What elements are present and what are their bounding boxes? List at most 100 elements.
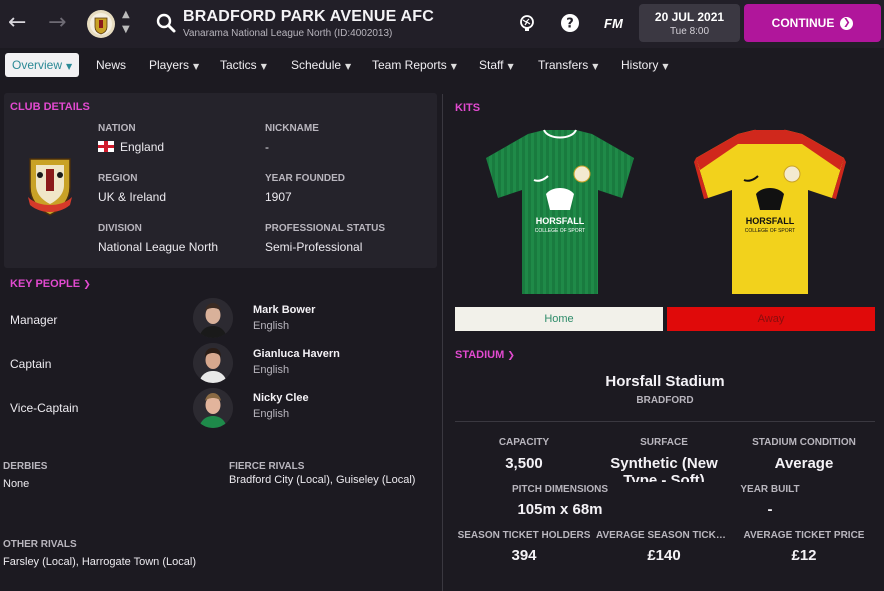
manager-name[interactable]: Mark Bower bbox=[253, 304, 315, 316]
season-ticket-holders-value: 394 bbox=[511, 547, 537, 564]
continue-label: CONTINUE bbox=[771, 16, 835, 30]
tab-staff[interactable]: Staff ▼ bbox=[479, 53, 514, 77]
forward-arrow-icon[interactable]: → bbox=[48, 10, 66, 36]
professional-status-value: Semi-Professional bbox=[265, 240, 363, 254]
tab-overview[interactable]: Overview ▼ bbox=[5, 53, 80, 77]
avatar[interactable] bbox=[193, 388, 233, 428]
chevron-down-icon: ▼ bbox=[345, 62, 352, 71]
other-rivals-value[interactable]: Farsley (Local), Harrogate Town (Local) bbox=[3, 556, 196, 568]
divider bbox=[455, 421, 875, 422]
tab-news[interactable]: News bbox=[96, 53, 126, 77]
capacity-value: 3,500 bbox=[505, 455, 543, 472]
capacity-label: CAPACITY bbox=[498, 437, 550, 448]
division-value[interactable]: National League North bbox=[98, 240, 218, 254]
chevron-down-icon: ▼ bbox=[450, 62, 457, 71]
pitch-dimensions-label: PITCH DIMENSIONS bbox=[511, 484, 609, 495]
surface-value: Synthetic (New Type - Soft) bbox=[610, 455, 718, 482]
svg-text:HORSFALL: HORSFALL bbox=[536, 216, 585, 226]
vice-captain-name[interactable]: Nicky Clee bbox=[253, 392, 309, 404]
away-kit-button[interactable]: Away bbox=[667, 307, 875, 331]
vice-captain-nationality: English bbox=[253, 408, 290, 420]
average-season-ticket-price-label: AVERAGE SEASON TICKET PRICE bbox=[596, 530, 732, 541]
back-arrow-icon[interactable]: ← bbox=[8, 10, 26, 36]
chevron-down-icon: ▼ bbox=[66, 62, 73, 71]
avatar[interactable] bbox=[193, 343, 233, 383]
tab-tactics[interactable]: Tactics ▼ bbox=[220, 53, 267, 77]
chevron-down-icon: ▼ bbox=[260, 62, 267, 71]
continue-button[interactable]: CONTINUE ❯ bbox=[744, 4, 881, 42]
away-kit-shirt[interactable]: HORSFALL COLLEGE OF SPORT bbox=[690, 128, 850, 300]
current-date: 20 JUL 2021 bbox=[654, 10, 725, 24]
club-details-panel: CLUB DETAILS NATION England NICKNAME - R… bbox=[4, 93, 437, 268]
chevron-down-icon: ▼ bbox=[662, 62, 669, 71]
derbies-value: None bbox=[3, 478, 30, 490]
captain-nationality: English bbox=[253, 364, 290, 376]
stadium-condition-label: STADIUM CONDITION bbox=[752, 437, 856, 448]
captain-name[interactable]: Gianluca Havern bbox=[253, 348, 340, 360]
professional-status-label: PROFESSIONAL STATUS bbox=[265, 223, 386, 234]
stadium-title[interactable]: STADIUM ❯ bbox=[455, 349, 515, 361]
division-label: DIVISION bbox=[98, 223, 142, 234]
chevron-down-icon: ▼ bbox=[592, 62, 599, 71]
nation-label: NATION bbox=[98, 123, 136, 134]
chevron-down-icon: ▼ bbox=[193, 62, 200, 71]
vice-captain-role: Vice-Captain bbox=[10, 401, 79, 415]
derbies-label: DERBIES bbox=[3, 461, 48, 472]
tab-players[interactable]: Players ▼ bbox=[149, 53, 199, 77]
average-ticket-price-value: £12 bbox=[791, 547, 817, 564]
nickname-value: - bbox=[265, 140, 269, 154]
club-crest-icon[interactable] bbox=[86, 8, 116, 40]
england-flag-icon bbox=[98, 141, 114, 152]
club-crest-icon bbox=[28, 158, 72, 216]
region-label: REGION bbox=[98, 173, 138, 184]
fierce-rivals-label: FIERCE RIVALS bbox=[229, 461, 305, 472]
kits-title: KITS bbox=[455, 102, 481, 114]
column-divider bbox=[442, 94, 443, 591]
fierce-rivals-value[interactable]: Bradford City (Local), Guiseley (Local) bbox=[229, 474, 415, 486]
chevron-down-icon: ▼ bbox=[507, 62, 514, 71]
year-built-label: YEAR BUILT bbox=[740, 484, 800, 495]
manager-role: Manager bbox=[10, 313, 58, 327]
pitch-dimensions-value: 105m x 68m bbox=[517, 501, 603, 518]
key-people-title[interactable]: KEY PEOPLE ❯ bbox=[10, 278, 91, 290]
globe-ball-icon[interactable] bbox=[517, 13, 537, 33]
surface-label: SURFACE bbox=[640, 437, 688, 448]
manager-nationality: English bbox=[253, 320, 290, 332]
captain-role: Captain bbox=[10, 357, 52, 371]
stadium-city: BRADFORD bbox=[636, 395, 694, 406]
tab-schedule[interactable]: Schedule ▼ bbox=[291, 53, 351, 77]
home-kit-button[interactable]: Home bbox=[455, 307, 663, 331]
date-display[interactable]: 20 JUL 2021 Tue 8:00 bbox=[639, 4, 740, 42]
club-name: BRADFORD PARK AVENUE AFC bbox=[183, 8, 435, 25]
svg-text:HORSFALL: HORSFALL bbox=[746, 216, 795, 226]
stadium-condition-value: Average bbox=[774, 455, 834, 472]
current-time: Tue 8:00 bbox=[669, 26, 710, 37]
club-league-id: Vanarama National League North (ID:40020… bbox=[183, 28, 393, 39]
chevron-up-icon[interactable]: ▲ bbox=[122, 9, 130, 20]
svg-text:COLLEGE OF SPORT: COLLEGE OF SPORT bbox=[535, 228, 585, 234]
year-built-value: - bbox=[767, 501, 773, 518]
svg-text:COLLEGE OF SPORT: COLLEGE OF SPORT bbox=[745, 228, 795, 234]
nickname-label: NICKNAME bbox=[265, 123, 319, 134]
home-kit-shirt[interactable]: HORSFALL COLLEGE OF SPORT bbox=[480, 128, 640, 300]
top-bar: ← → ▲ ▼ BRADFORD PARK AVENUE AFC Vanaram… bbox=[0, 0, 884, 48]
tab-history[interactable]: History ▼ bbox=[621, 53, 669, 77]
nation-value: England bbox=[98, 140, 164, 154]
chevron-right-icon: ❯ bbox=[840, 16, 854, 30]
season-ticket-holders-label: SEASON TICKET HOLDERS bbox=[457, 530, 591, 541]
tab-transfers[interactable]: Transfers ▼ bbox=[538, 53, 598, 77]
tab-team-reports[interactable]: Team Reports ▼ bbox=[372, 53, 457, 77]
svg-text:?: ? bbox=[566, 17, 574, 32]
stadium-name: Horsfall Stadium bbox=[605, 373, 725, 390]
help-icon[interactable]: ? bbox=[560, 13, 580, 33]
avatar[interactable] bbox=[193, 298, 233, 338]
average-ticket-price-label: AVERAGE TICKET PRICE bbox=[743, 530, 865, 541]
chevron-down-icon[interactable]: ▼ bbox=[122, 24, 130, 35]
search-icon[interactable] bbox=[155, 12, 177, 34]
fm-menu-button[interactable]: FM bbox=[604, 16, 623, 31]
other-rivals-label: OTHER RIVALS bbox=[3, 539, 77, 550]
club-details-title: CLUB DETAILS bbox=[10, 101, 90, 113]
region-value: UK & Ireland bbox=[98, 190, 167, 204]
average-season-ticket-price-value: £140 bbox=[647, 547, 681, 564]
year-founded-label: YEAR FOUNDED bbox=[265, 173, 346, 184]
